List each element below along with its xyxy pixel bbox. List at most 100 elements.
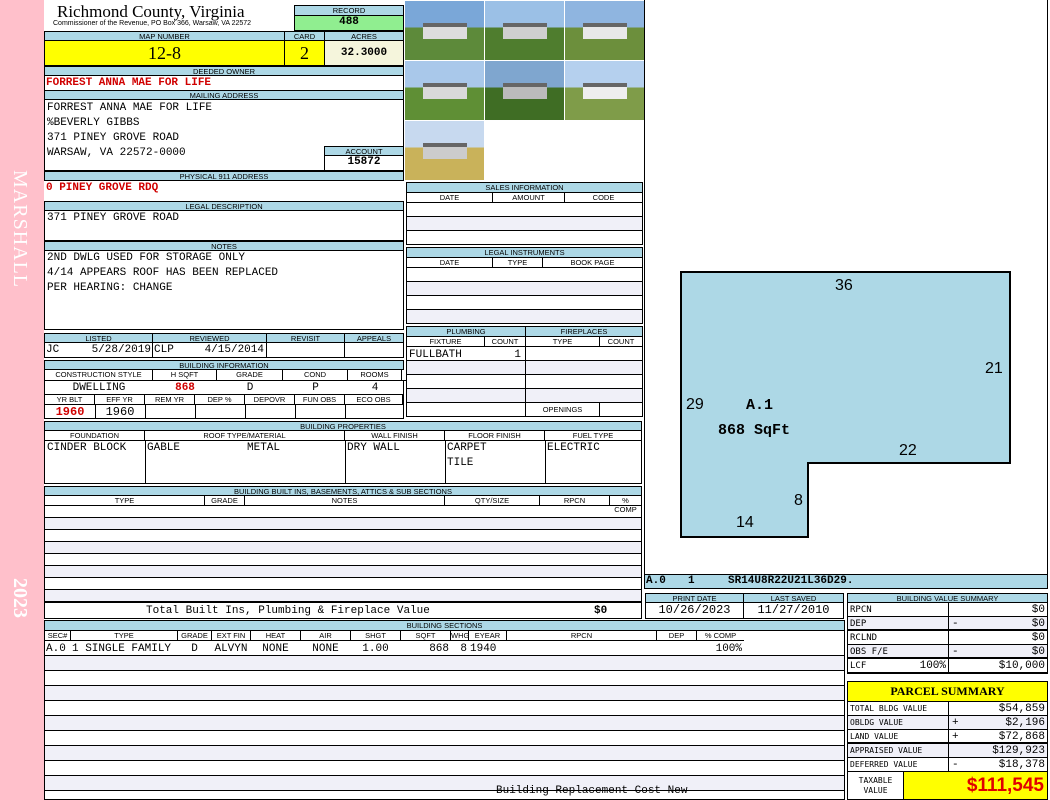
table-row [45, 686, 844, 701]
column-header: RPCN [507, 631, 657, 641]
table-row [45, 761, 844, 776]
column-header: TYPE [71, 631, 178, 641]
side-label: 8 [794, 492, 803, 509]
table-row [45, 656, 844, 671]
section-cell: 868 [429, 643, 449, 655]
value-summary-row: RPCN $0 [848, 603, 1047, 617]
operator: - [952, 646, 959, 658]
lcf-percent: 100% [919, 660, 946, 672]
sketch-polygon [680, 271, 1011, 538]
operator: - [952, 618, 959, 630]
operator: + [952, 717, 959, 729]
table-row [45, 590, 641, 602]
sketch-section: A.0 [646, 575, 666, 587]
divider [948, 603, 949, 617]
section-cell: D [191, 643, 198, 655]
side-label: 14 [736, 514, 754, 531]
builtins-total-value: $0 [594, 605, 608, 617]
divider [948, 716, 949, 730]
table-row [45, 716, 844, 731]
column-header: AIR [301, 631, 351, 641]
divider [948, 659, 949, 673]
value-summary-label: LCF [850, 661, 867, 671]
value-summary-label: RCLND [850, 633, 878, 643]
column-header: WHGT [451, 631, 474, 641]
column-header: SQFT [401, 631, 451, 641]
value-summary-label: DEP [850, 619, 867, 629]
table-row [45, 731, 844, 746]
table-row [45, 746, 844, 761]
parcel-summary-row: APPRAISED VALUE $129,923 [848, 744, 1047, 758]
value-summary-label: OBS F/E [850, 647, 888, 657]
table-row [45, 701, 844, 716]
section-cell: NONE [312, 643, 339, 655]
section-cell: ALVYN [214, 643, 248, 655]
last-saved: 11/27/2010 [743, 602, 844, 619]
value-summary-row: DEP - $0 [848, 617, 1047, 631]
section-cell: 1.00 [362, 643, 389, 655]
parcel-summary-value: $18,378 [998, 759, 1045, 771]
sketch-number: 1 [688, 575, 695, 587]
parcel-summary-value: $2,196 [1005, 717, 1045, 729]
parcel-summary-row: DEFERRED VALUE - $18,378 [848, 758, 1047, 772]
taxable-label: VALUE [863, 786, 888, 795]
operator: + [952, 731, 959, 743]
table-row [45, 578, 641, 590]
column-header: GRADE [178, 631, 212, 641]
parcel-summary-label: OBLDG VALUE [850, 718, 903, 727]
taxable-label-box: TAXABLE VALUE [847, 771, 904, 800]
parcel-summary-label: APPRAISED VALUE [850, 746, 923, 755]
print-date: 10/26/2023 [645, 602, 744, 619]
divider [948, 645, 949, 659]
table-row [45, 776, 844, 791]
divider [948, 744, 949, 758]
column-header: SHGT [351, 631, 401, 641]
column-header: EXT FIN [212, 631, 251, 641]
parcel-summary-row: OBLDG VALUE + $2,196 [848, 716, 1047, 730]
divider [948, 730, 949, 744]
column-header: EYEAR [469, 631, 507, 641]
side-label: 21 [985, 360, 1003, 377]
section-cell: 100% [715, 643, 742, 655]
value-summary-value: $0 [1031, 646, 1045, 658]
column-header: % COMP [697, 631, 744, 641]
value-summary-row: OBS F/E - $0 [848, 645, 1047, 659]
taxable-label: TAXABLE [858, 776, 893, 785]
value-summary-row: RCLND $0 [848, 631, 1047, 645]
section-cell: 8 [460, 643, 467, 655]
parcel-summary-label: LAND VALUE [850, 732, 899, 741]
taxable-value: $111,545 [903, 771, 1048, 800]
divider [948, 631, 949, 645]
divider [948, 702, 949, 716]
column-header: HEAT [251, 631, 301, 641]
parcel-summary-label: DEFERRED VALUE [850, 760, 918, 769]
area-sqft: 868 SqFt [718, 422, 790, 439]
value-summary-value: $0 [1031, 604, 1045, 616]
table-row [45, 671, 844, 686]
sections-table: SEC# TYPE GRADE EXT FIN HEAT AIR SHGT SQFT WHGT E… [44, 630, 845, 800]
section-cell: 1940 [470, 643, 497, 655]
sketch-code: SR14U8R22U21L36D29. [728, 575, 854, 587]
builtins-total-label: Total Built Ins, Plumbing & Fireplace Va… [146, 605, 430, 617]
value-summary-value: $0 [1031, 618, 1045, 630]
value-summary-table: RPCN $0 DEP - $0 RCLND $0 OBS F/E - $0 LCF 100% $10,… [847, 602, 1048, 674]
section-cell: NONE [262, 643, 289, 655]
value-summary-label: RPCN [850, 605, 872, 615]
parcel-summary-label: TOTAL BLDG VALUE [850, 704, 928, 713]
column-header: SEC# [45, 631, 71, 641]
parcel-summary-row: LAND VALUE + $72,868 [848, 730, 1047, 744]
value-summary-value: $0 [1031, 632, 1045, 644]
divider [948, 617, 949, 631]
year-label: 2023 [9, 578, 31, 618]
value-summary-value: $10,000 [998, 660, 1045, 672]
column-header: DEP [657, 631, 697, 641]
section-cell: A.0 [46, 643, 66, 655]
side-label: 29 [686, 396, 704, 413]
parcel-summary-table: TOTAL BLDG VALUE $54,859 OBLDG VALUE + $2,19… [847, 701, 1048, 772]
section-cell: 1 SINGLE FAMILY [72, 643, 172, 655]
value-summary-row: LCF 100% $10,000 [848, 659, 1047, 673]
area-label: A.1 [746, 397, 773, 414]
parcel-summary-value: $54,859 [998, 703, 1045, 715]
sections-footer: Building Replacement Cost New [496, 785, 688, 797]
side-label: 36 [835, 277, 853, 294]
